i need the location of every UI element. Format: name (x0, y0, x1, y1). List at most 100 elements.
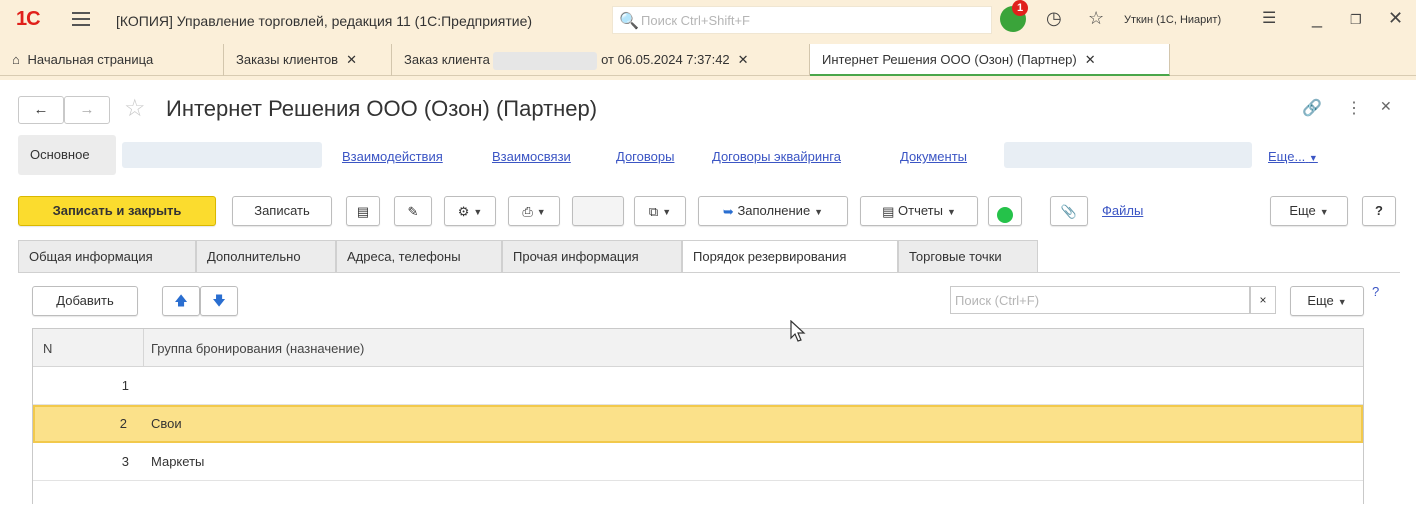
more-label: Еще (1289, 203, 1316, 218)
blank-button[interactable] (572, 196, 624, 226)
table-row[interactable]: 3 Маркеты (33, 443, 1363, 481)
paperclip-icon: 📎 (1060, 203, 1078, 219)
section-interactions[interactable]: Взаимодействия (342, 149, 443, 164)
fill-arrow-icon: ➥ (722, 203, 734, 219)
fill-button[interactable]: ➥ Заполнение ▼ (698, 196, 848, 226)
column-header-group[interactable]: Группа бронирования (назначение) (151, 341, 364, 356)
clear-search-button[interactable]: × (1250, 286, 1276, 314)
close-window-icon[interactable]: ✕ (1388, 8, 1403, 29)
tab-customer-order[interactable]: Заказ клиента от 06.05.2024 7:37:42 ✕ (392, 44, 810, 76)
section-more[interactable]: Еще... ▼ (1268, 149, 1318, 164)
files-link[interactable]: Файлы (1102, 203, 1143, 218)
forward-button[interactable]: → (64, 96, 110, 124)
chevron-down-icon: ▼ (946, 207, 956, 217)
table-row-selected[interactable]: 2 Свои (33, 405, 1363, 443)
app-logo[interactable]: 1С (16, 8, 41, 31)
tab-addresses-phones[interactable]: Адреса, телефоны (336, 240, 502, 272)
close-icon[interactable]: ✕ (346, 52, 357, 67)
table-header: N Группа бронирования (назначение) (33, 329, 1363, 367)
row-number: 3 (121, 454, 129, 469)
notifications-badge: 1 (1012, 0, 1028, 16)
home-icon: ⌂ (12, 52, 20, 67)
section-more-label: Еще... (1268, 149, 1306, 164)
arrow-down-icon: 🡇 (212, 293, 226, 308)
main-menu-icon[interactable] (72, 12, 90, 26)
minimize-icon[interactable]: _ (1312, 8, 1322, 29)
chevron-down-icon: ▼ (662, 207, 672, 217)
save-and-close-button[interactable]: Записать и закрыть (18, 196, 216, 226)
tab-reservation-order[interactable]: Порядок резервирования (682, 240, 898, 273)
chevron-down-icon: ▼ (1337, 297, 1347, 307)
copy-icon: ⧉ (648, 203, 659, 219)
edit-button[interactable]: ✎ (394, 196, 432, 226)
report-icon: ▤ (882, 203, 895, 219)
chevron-down-icon: ▼ (536, 207, 546, 217)
global-search-input[interactable]: 🔍 Поиск Ctrl+Shift+F (612, 6, 992, 34)
print-icon: ⎙ (522, 203, 533, 219)
print-menu-button[interactable]: ⎙ ▼ (508, 196, 560, 226)
more-button[interactable]: Еще ▼ (1270, 196, 1348, 226)
users-menu-button[interactable]: ⚙ ▼ (444, 196, 496, 226)
whatsapp-button[interactable] (988, 196, 1022, 226)
redacted-section (1004, 142, 1252, 168)
current-user[interactable]: Уткин (1С, Ниарит) (1124, 14, 1221, 26)
tab-general-info[interactable]: Общая информация (18, 240, 196, 272)
move-up-button[interactable]: 🡅 (162, 286, 200, 316)
history-icon[interactable]: ◷ (1046, 8, 1062, 29)
tab-customer-orders[interactable]: Заказы клиентов ✕ (224, 44, 392, 76)
column-header-n[interactable]: N (43, 341, 52, 356)
tab-divider (18, 272, 1400, 273)
attach-button[interactable]: 📎 (1050, 196, 1088, 226)
tab-label: Заказы клиентов (236, 52, 339, 67)
redacted-section (122, 142, 322, 168)
tab-home[interactable]: ⌂ Начальная страница (0, 44, 224, 76)
add-button[interactable]: Добавить (32, 286, 138, 316)
chevron-down-icon: ▼ (814, 207, 824, 217)
chevron-down-icon: ▼ (1308, 153, 1318, 163)
pencil-icon: ✎ (407, 203, 419, 219)
whatsapp-icon (997, 206, 1013, 223)
open-windows-bar: ⌂ Начальная страница Заказы клиентов ✕ За… (0, 44, 1416, 76)
table-search-input[interactable]: Поиск (Ctrl+F) (950, 286, 1250, 314)
more-vertical-icon[interactable]: ⋮ (1346, 98, 1362, 118)
table-search-placeholder: Поиск (Ctrl+F) (955, 293, 1040, 308)
section-documents[interactable]: Документы (900, 149, 967, 164)
tab-home-label: Начальная страница (27, 52, 154, 67)
global-search-placeholder: Поиск Ctrl+Shift+F (641, 13, 750, 28)
tab-outlets[interactable]: Торговые точки (898, 240, 1038, 272)
create-based-on-button[interactable]: ⧉ ▼ (634, 196, 686, 226)
section-contracts[interactable]: Договоры (616, 149, 674, 164)
favorites-icon[interactable]: ☆ (1088, 8, 1104, 29)
tab-other-info[interactable]: Прочая информация (502, 240, 682, 272)
tab-label: Интернет Решения ООО (Озон) (Партнер) (822, 52, 1077, 67)
reports-label: Отчеты (898, 203, 943, 218)
search-icon: 🔍 (619, 13, 639, 30)
column-divider (143, 329, 144, 367)
table-more-button[interactable]: Еще ▼ (1290, 286, 1364, 316)
section-relations[interactable]: Взаимосвязи (492, 149, 571, 164)
table-help-link[interactable]: ? (1372, 284, 1379, 299)
table-row[interactable]: 1 (33, 367, 1363, 405)
app-title: [КОПИЯ] Управление торговлей, редакция 1… (116, 13, 533, 29)
link-icon[interactable]: 🔗 (1302, 98, 1322, 118)
save-button[interactable]: Записать (232, 196, 332, 226)
favorite-star-icon[interactable]: ☆ (124, 94, 146, 123)
section-acquiring-contracts[interactable]: Договоры эквайринга (712, 149, 841, 164)
help-button[interactable]: ? (1362, 196, 1396, 226)
settings-menu-icon[interactable]: ☰ (1262, 8, 1276, 28)
section-main[interactable]: Основное (18, 135, 116, 175)
notifications-icon[interactable]: 1 (1000, 0, 1028, 32)
restore-icon[interactable]: ❐ (1350, 12, 1362, 28)
close-icon[interactable]: ✕ (738, 52, 749, 67)
fill-label: Заполнение (737, 203, 811, 218)
document-list-button[interactable]: ▤ (346, 196, 380, 226)
move-down-button[interactable]: 🡇 (200, 286, 238, 316)
reports-button[interactable]: ▤ Отчеты ▼ (860, 196, 978, 226)
tab-additional[interactable]: Дополнительно (196, 240, 336, 272)
close-icon[interactable]: ✕ (1085, 52, 1096, 67)
tab-partner[interactable]: Интернет Решения ООО (Озон) (Партнер) ✕ (810, 44, 1170, 76)
partner-form: ← → ☆ Интернет Решения ООО (Озон) (Партн… (0, 80, 1416, 506)
close-icon[interactable]: ✕ (1380, 98, 1392, 115)
back-button[interactable]: ← (18, 96, 64, 124)
document-icon: ▤ (356, 203, 370, 219)
